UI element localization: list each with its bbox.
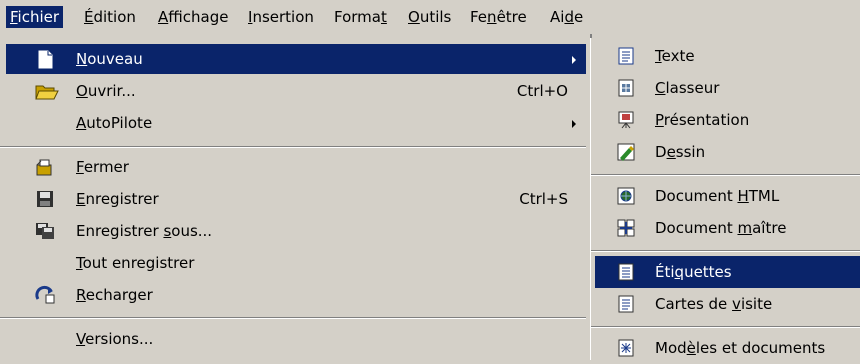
- save-as-icon: [34, 221, 56, 241]
- submenu-item-label: Dessin: [655, 143, 706, 161]
- menu-affichage[interactable]: Affichage: [154, 6, 232, 28]
- menu-item-versions[interactable]: Versions...: [6, 324, 586, 354]
- menu-item-fermer[interactable]: Fermer: [6, 152, 586, 182]
- mnemonic: F: [10, 8, 18, 26]
- submenu-item-label: Cartes de visite: [655, 295, 773, 313]
- menu-format[interactable]: Format: [330, 6, 391, 28]
- menu-aide[interactable]: Aide: [546, 6, 587, 28]
- menu-item-label: Ouvrir...: [76, 82, 136, 100]
- mnemonic: d: [564, 8, 574, 26]
- menu-item-label: AutoPilote: [76, 114, 153, 132]
- menu-item-label: Enregistrer: [76, 190, 159, 208]
- submenu-item-document-maitre[interactable]: Document maître: [595, 212, 860, 244]
- menu-fichier[interactable]: Fichier: [6, 6, 64, 28]
- mnemonic: A: [158, 8, 169, 26]
- menu-item-ouvrir[interactable]: Ouvrir... Ctrl+O: [6, 76, 586, 106]
- menu-separator: [0, 317, 586, 319]
- open-folder-icon: [34, 81, 59, 101]
- reload-icon: [34, 285, 56, 305]
- submenu-separator: [591, 326, 860, 328]
- submenu-item-label: Document maître: [655, 219, 787, 237]
- menu-separator: [0, 146, 586, 148]
- mnemonic: n: [487, 8, 497, 26]
- menu-item-label: Enregistrer sous...: [76, 222, 213, 240]
- submenu-separator: [591, 174, 860, 176]
- mnemonic: O: [408, 8, 420, 26]
- menu-item-enregistrer-sous[interactable]: Enregistrer sous...: [6, 216, 586, 246]
- menu-item-tout-enregistrer[interactable]: Tout enregistrer: [6, 248, 586, 278]
- shortcut-label: Ctrl+S: [519, 190, 568, 208]
- submenu-item-label: Classeur: [655, 79, 720, 97]
- text-document-icon: [617, 47, 635, 65]
- submenu-item-label: Étiquettes: [655, 263, 732, 281]
- menu-insertion[interactable]: Insertion: [244, 6, 318, 28]
- new-document-icon: [34, 49, 56, 69]
- mnemonic: t: [380, 8, 387, 26]
- menu-item-autopilote[interactable]: AutoPilote: [6, 108, 586, 138]
- menu-fenetre[interactable]: Fenêtre: [466, 6, 531, 28]
- submenu-item-dessin[interactable]: Dessin: [595, 136, 860, 168]
- submenu-item-label: Modèles et documents: [655, 339, 826, 357]
- business-cards-icon: [617, 295, 635, 313]
- submenu-item-classeur[interactable]: Classeur: [595, 72, 860, 104]
- master-document-icon: [617, 219, 635, 237]
- submenu-item-label: Texte: [655, 47, 695, 65]
- submenu-arrow-icon: [572, 120, 576, 128]
- templates-icon: [617, 339, 635, 357]
- shortcut-label: Ctrl+O: [516, 82, 568, 100]
- menu-outils[interactable]: Outils: [404, 6, 455, 28]
- menu-item-recharger[interactable]: Recharger: [6, 280, 586, 310]
- submenu-item-cartes-de-visite[interactable]: Cartes de visite: [595, 288, 860, 320]
- new-submenu: Texte Classeur Présentation Dessin Docum…: [590, 38, 860, 360]
- submenu-item-document-html[interactable]: Document HTML: [595, 180, 860, 212]
- presentation-icon: [617, 111, 635, 129]
- menu-item-label: Recharger: [76, 286, 153, 304]
- menu-edition[interactable]: Édition: [80, 6, 140, 28]
- labels-icon: [617, 263, 635, 281]
- menu-bar: Fichier Édition Affichage Insertion Form…: [0, 0, 860, 34]
- menu-item-label: Fermer: [76, 158, 129, 176]
- html-document-icon: [617, 187, 635, 205]
- menu-item-enregistrer[interactable]: Enregistrer Ctrl+S: [6, 184, 586, 214]
- submenu-item-etiquettes[interactable]: Étiquettes: [595, 256, 860, 288]
- submenu-item-texte[interactable]: Texte: [595, 40, 860, 72]
- menu-item-nouveau[interactable]: Nouveau: [6, 44, 586, 74]
- close-document-icon: [34, 157, 56, 177]
- submenu-item-label: Présentation: [655, 111, 750, 129]
- drawing-icon: [617, 143, 635, 161]
- menu-item-label: Tout enregistrer: [76, 254, 195, 272]
- file-menu: Nouveau Ouvrir... Ctrl+O AutoPilote Ferm…: [0, 34, 592, 360]
- save-icon: [34, 189, 56, 209]
- menu-item-label: Nouveau: [76, 50, 143, 68]
- submenu-item-presentation[interactable]: Présentation: [595, 104, 860, 136]
- submenu-item-label: Document HTML: [655, 187, 780, 205]
- submenu-arrow-icon: [572, 56, 576, 64]
- submenu-separator: [591, 250, 860, 252]
- spreadsheet-icon: [617, 79, 635, 97]
- menu-item-label: Versions...: [76, 330, 154, 348]
- submenu-item-modeles-et-documents[interactable]: Modèles et documents: [595, 332, 860, 364]
